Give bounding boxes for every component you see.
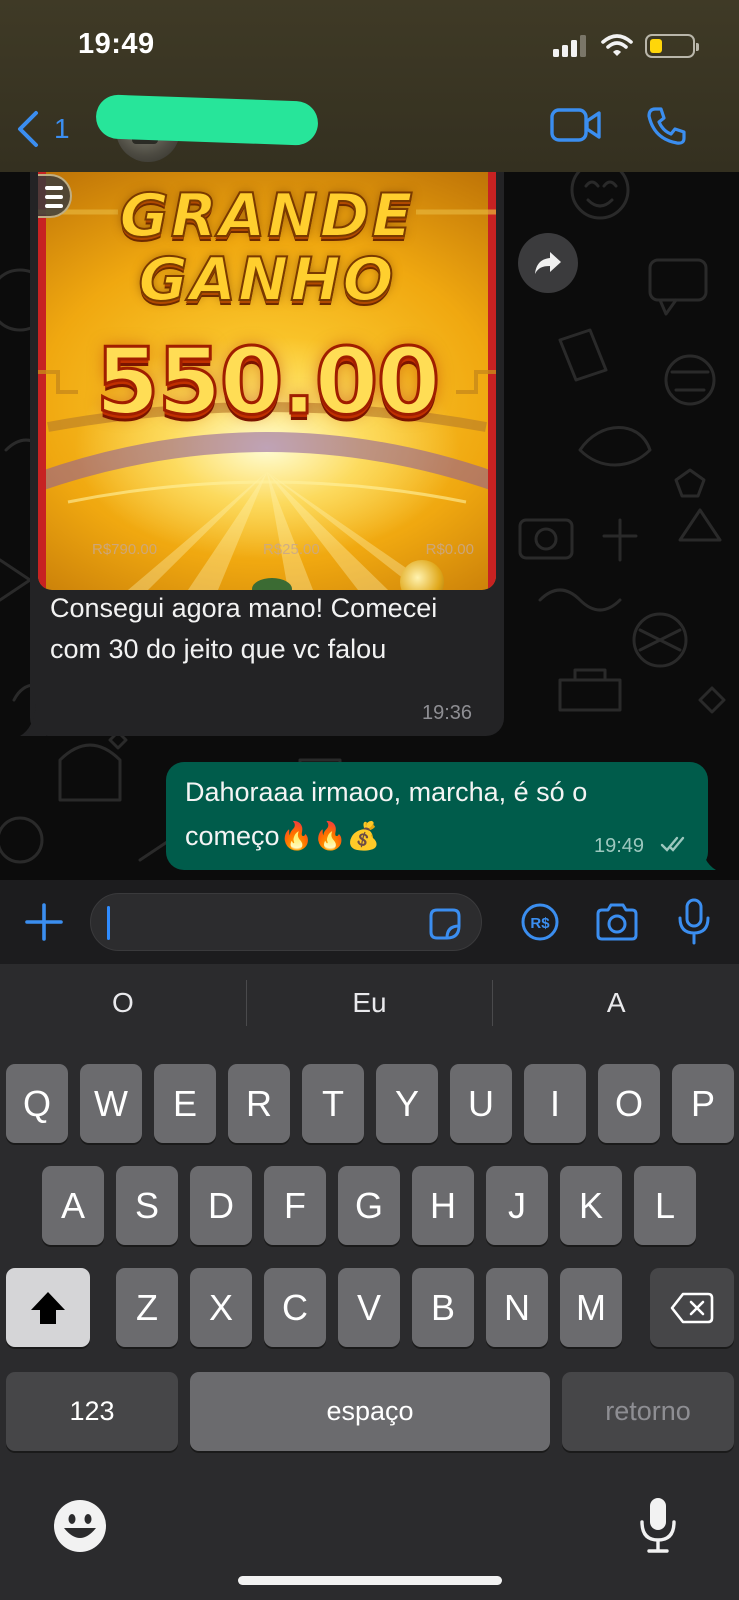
key-s[interactable]: S (116, 1166, 178, 1245)
chat-header: 19:49 1 (0, 0, 739, 172)
unread-count: 1 (54, 113, 70, 144)
forward-icon (535, 252, 561, 274)
redaction-mark (95, 94, 319, 146)
shift-arrow-icon (31, 1291, 65, 1324)
key-g[interactable]: G (338, 1166, 400, 1245)
cellular-signal-icon (553, 35, 586, 57)
key-w[interactable]: W (80, 1064, 142, 1143)
status-time: 19:49 (78, 28, 155, 60)
key-l[interactable]: L (634, 1166, 696, 1245)
key-h[interactable]: H (412, 1166, 474, 1245)
bet-value: R$25.00 (262, 541, 320, 558)
return-key[interactable]: retorno (562, 1372, 734, 1451)
win-amount: 550.00 (94, 328, 442, 435)
key-k[interactable]: K (560, 1166, 622, 1245)
key-y[interactable]: Y (376, 1064, 438, 1143)
key-z[interactable]: Z (116, 1268, 178, 1347)
key-e[interactable]: E (154, 1064, 216, 1143)
key-a[interactable]: A (42, 1166, 104, 1245)
suggestion-1[interactable]: O (0, 978, 246, 1028)
key-c[interactable]: C (264, 1268, 326, 1347)
key-d[interactable]: D (190, 1166, 252, 1245)
key-i[interactable]: I (524, 1064, 586, 1143)
battery-icon (645, 34, 699, 58)
key-x[interactable]: X (190, 1268, 252, 1347)
key-m[interactable]: M (560, 1268, 622, 1347)
key-b[interactable]: B (412, 1268, 474, 1347)
svg-text:R$: R$ (530, 915, 550, 932)
key-p[interactable]: P (672, 1064, 734, 1143)
balance-value: R$790.00 (92, 541, 158, 558)
game-title-line1: GRANDE (119, 181, 415, 251)
message-input[interactable] (90, 893, 482, 951)
received-message-time: 19:36 (422, 702, 473, 724)
space-key[interactable]: espaço (190, 1372, 550, 1451)
key-j[interactable]: J (486, 1166, 548, 1245)
key-u[interactable]: U (450, 1064, 512, 1143)
status-icons (553, 34, 699, 58)
key-r[interactable]: R (228, 1064, 290, 1143)
suggestion-3[interactable]: A (493, 978, 739, 1028)
back-button[interactable]: 1 (14, 110, 70, 148)
numbers-key[interactable]: 123 (6, 1372, 178, 1451)
sent-message-time: 19:49 (594, 835, 645, 857)
bubble-tail (690, 838, 716, 870)
game-title-line2: GANHO (137, 245, 396, 315)
home-indicator (238, 1576, 502, 1585)
game-stats-bar: R$790.00 R$25.00 R$0.00 (38, 541, 496, 558)
key-q[interactable]: Q (6, 1064, 68, 1143)
chevron-left-icon (18, 111, 38, 147)
message-composer: R$ (0, 880, 739, 964)
received-message-text: Consegui agora mano! Comecei com 30 do j… (50, 593, 438, 664)
camera-icon[interactable] (594, 902, 640, 942)
wifi-icon (601, 34, 633, 56)
payment-icon[interactable]: R$ (520, 902, 560, 942)
attach-plus-icon[interactable] (24, 902, 64, 942)
predictive-bar: O Eu A (0, 978, 739, 1028)
key-v[interactable]: V (338, 1268, 400, 1347)
win-value: R$0.00 (425, 541, 474, 558)
dictation-microphone-icon[interactable] (638, 1496, 678, 1554)
text-caret (107, 906, 110, 940)
phone-call-icon[interactable] (646, 106, 686, 146)
game-screenshot-image[interactable]: GRANDE GANHO 550.00 R$790.00 R$25.00 R$0… (38, 172, 496, 590)
read-receipt-icon (660, 836, 685, 852)
forward-button[interactable] (518, 233, 578, 293)
suggestion-2[interactable]: Eu (247, 978, 493, 1028)
microphone-icon[interactable] (676, 898, 712, 946)
sticker-icon[interactable] (427, 906, 463, 942)
emoji-icon[interactable] (52, 1498, 108, 1554)
shift-key[interactable] (6, 1268, 90, 1347)
backspace-key[interactable] (650, 1268, 734, 1347)
backspace-icon (670, 1292, 714, 1323)
key-n[interactable]: N (486, 1268, 548, 1347)
key-t[interactable]: T (302, 1064, 364, 1143)
video-call-icon[interactable] (550, 106, 602, 144)
key-o[interactable]: O (598, 1064, 660, 1143)
bubble-tail (20, 704, 46, 736)
key-f[interactable]: F (264, 1166, 326, 1245)
